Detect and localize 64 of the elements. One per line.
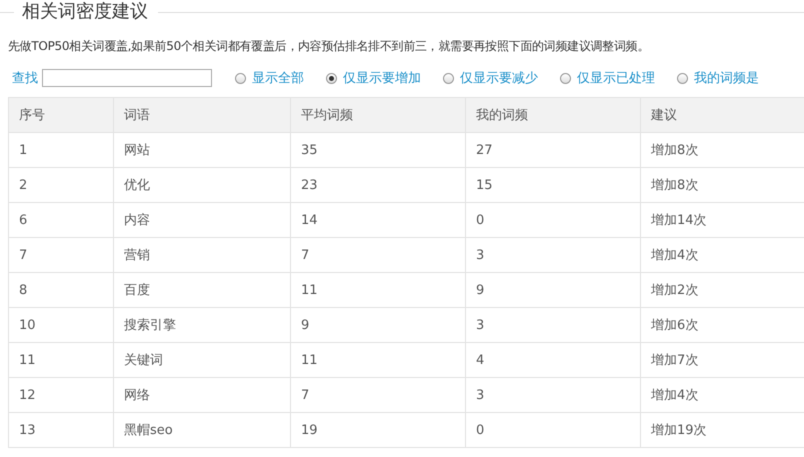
filter-option[interactable]: 仅显示要减少 bbox=[460, 69, 538, 87]
table-cell: 搜索引擎 bbox=[124, 318, 176, 333]
column-header: 词语 bbox=[124, 108, 150, 123]
table-cell: 关键词 bbox=[124, 353, 163, 368]
filter-option[interactable]: 仅显示已处理 bbox=[577, 69, 655, 87]
column-header: 建议 bbox=[651, 108, 677, 123]
search-field[interactable] bbox=[42, 69, 212, 87]
table-cell: 增加8次 bbox=[651, 143, 698, 158]
column-header: 平均词频 bbox=[301, 108, 353, 123]
table-cell: 15 bbox=[476, 178, 493, 192]
table-cell: 增加19次 bbox=[651, 423, 707, 438]
table-cell: 0 bbox=[476, 212, 484, 228]
column-header: 我的词频 bbox=[476, 108, 528, 123]
table-cell: 23 bbox=[301, 178, 318, 192]
table-cell: 7 bbox=[19, 248, 28, 262]
filter-option[interactable]: 我的词频是 bbox=[694, 69, 759, 87]
table-cell: 优化 bbox=[124, 178, 150, 193]
filter-option[interactable]: 显示全部 bbox=[252, 69, 304, 87]
radio-button[interactable] bbox=[326, 72, 337, 84]
table-cell: 7 bbox=[301, 248, 310, 262]
table-cell: 增加14次 bbox=[651, 213, 707, 228]
table-cell: 9 bbox=[476, 282, 484, 298]
column-header: 序号 bbox=[19, 108, 45, 123]
table-cell: 35 bbox=[301, 142, 318, 158]
table-cell: 黑帽seo bbox=[124, 423, 173, 438]
table-cell: 11 bbox=[19, 352, 36, 368]
radio-button[interactable] bbox=[560, 72, 571, 84]
table-cell: 增加8次 bbox=[651, 178, 698, 193]
table-cell: 网络 bbox=[124, 388, 150, 403]
table-cell: 11 bbox=[301, 282, 318, 298]
filter-option[interactable]: 仅显示要增加 bbox=[343, 69, 421, 87]
table-cell: 增加4次 bbox=[651, 248, 698, 263]
table-cell: 增加6次 bbox=[651, 318, 698, 333]
table-cell: 19 bbox=[301, 422, 318, 438]
table-cell: 27 bbox=[476, 142, 493, 158]
radio-button[interactable] bbox=[677, 72, 688, 84]
table-cell: 1 bbox=[19, 142, 28, 158]
table-cell: 增加7次 bbox=[651, 353, 698, 368]
table-cell: 百度 bbox=[124, 283, 150, 298]
table-cell: 3 bbox=[476, 388, 484, 402]
table-cell: 3 bbox=[476, 318, 484, 332]
section-title: 相关词密度建议 bbox=[22, 1, 148, 23]
table-cell: 7 bbox=[301, 388, 310, 402]
description-text: 先做TOP50相关词覆盖,如果前50个相关词都有覆盖后，内容预估排名排不到前三，就需要再按照下面的词频建议调整词频。 bbox=[8, 38, 650, 55]
table-cell: 3 bbox=[476, 248, 484, 262]
table-cell: 13 bbox=[19, 422, 36, 438]
radio-button[interactable] bbox=[235, 72, 246, 84]
search-link[interactable]: 查找 bbox=[12, 69, 38, 87]
table-cell: 11 bbox=[301, 352, 318, 368]
radio-button[interactable] bbox=[443, 72, 454, 84]
table-cell: 6 bbox=[19, 212, 28, 228]
table-cell: 0 bbox=[476, 422, 484, 438]
table-cell: 12 bbox=[19, 388, 36, 402]
table-cell: 增加2次 bbox=[651, 283, 698, 298]
table-cell: 网站 bbox=[124, 143, 150, 158]
table-cell: 14 bbox=[301, 212, 318, 228]
table-cell: 内容 bbox=[124, 213, 150, 228]
table-cell: 营销 bbox=[124, 248, 150, 263]
table-cell: 4 bbox=[476, 352, 484, 368]
table-cell: 9 bbox=[301, 318, 310, 332]
table-cell: 8 bbox=[19, 282, 28, 298]
table-cell: 增加4次 bbox=[651, 388, 698, 403]
table-cell: 10 bbox=[19, 318, 36, 332]
table-cell: 2 bbox=[19, 178, 28, 192]
